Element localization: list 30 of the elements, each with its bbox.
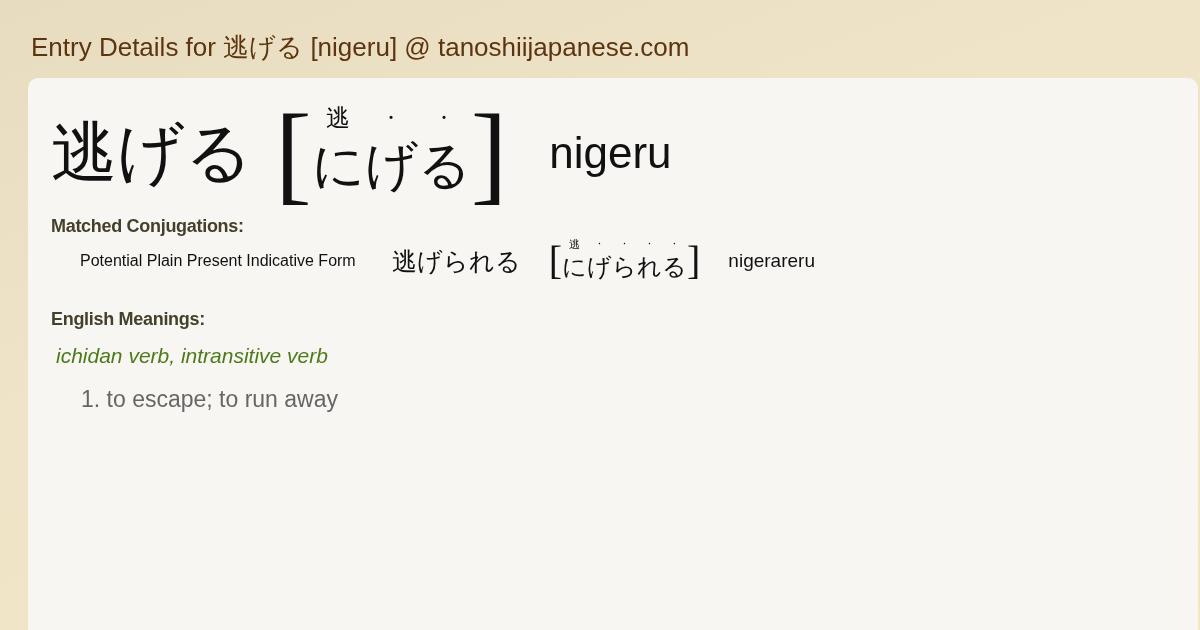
bracket: [ [275, 98, 312, 208]
reading-kana: に [311, 134, 365, 198]
reading-kana: げ [364, 134, 418, 198]
reading-annotation: 逃 [326, 104, 351, 132]
section-heading: Matched Conjugations: [51, 216, 245, 237]
bracket: [ [548, 241, 562, 282]
reading-kana: る [417, 134, 471, 198]
reading-annotation: · [622, 239, 627, 252]
part-of-speech: ichidan verb, intransitive verb [56, 344, 329, 369]
reading-kana: げ [587, 252, 612, 284]
reading-annotation: · [597, 239, 602, 252]
reading-annotation: · [440, 104, 448, 132]
bracket: ] [687, 241, 701, 282]
entry-word: 逃げる [51, 113, 253, 193]
conjugation-form: Potential Plain Present Indicative Form [80, 252, 356, 271]
reading-kana: に [562, 252, 587, 284]
reading-kana: る [662, 252, 687, 284]
reading-annotation: · [672, 239, 677, 252]
romaji: nigeru [549, 128, 672, 178]
reading-annotation: · [387, 104, 395, 132]
reading-annotation: · [647, 239, 652, 252]
reading-annotation: 逃 [569, 239, 580, 252]
meaning: 1. to escape; to run away [81, 386, 339, 414]
section-heading: English Meanings: [51, 309, 206, 331]
reading-kana: ら [612, 252, 637, 284]
conjugated-word: 逃げられる [391, 245, 521, 278]
reading-kana: れ [637, 252, 662, 284]
romaji: nigerareru [728, 250, 815, 273]
page-title: Entry Details for 逃げる [nigeru] @ tanoshiijapanese.com [30, 31, 691, 64]
bracket: ] [470, 98, 508, 208]
